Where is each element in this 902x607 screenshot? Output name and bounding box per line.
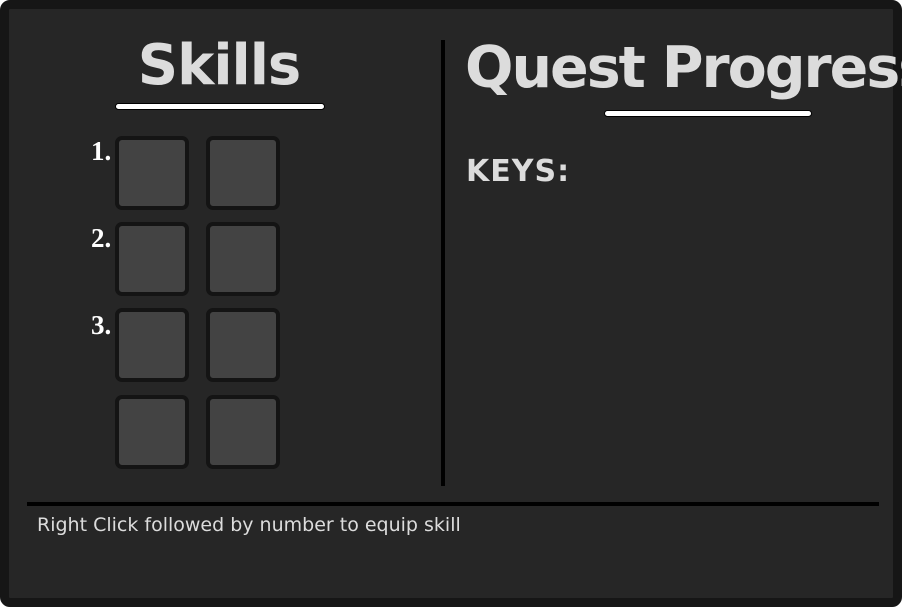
- skill-slot-3-right[interactable]: [206, 308, 280, 382]
- skill-slot-4-right[interactable]: [206, 395, 280, 469]
- skill-slot-3-left[interactable]: [115, 308, 189, 382]
- skill-slot-2-right[interactable]: [206, 222, 280, 296]
- skills-title: Skills: [137, 33, 302, 98]
- skills-title-underline: [115, 103, 325, 110]
- horizontal-divider: [27, 502, 879, 506]
- equip-hint-text: Right Click followed by number to equip …: [37, 514, 461, 536]
- skills-quest-panel: Skills 1. 2. 3. Quest Progress KEYS: Rig…: [0, 0, 902, 607]
- skill-slot-4-left[interactable]: [115, 395, 189, 469]
- skill-row-number-2: 2.: [91, 223, 112, 253]
- skill-slot-1-left[interactable]: [115, 136, 189, 210]
- skill-slot-2-left[interactable]: [115, 222, 189, 296]
- quest-progress-title: Quest Progress: [465, 35, 902, 101]
- skill-row-number-1: 1.: [91, 136, 112, 166]
- skill-row-number-3: 3.: [91, 310, 112, 340]
- keys-label: KEYS:: [466, 154, 571, 189]
- skill-slot-1-right[interactable]: [206, 136, 280, 210]
- quest-title-underline: [604, 110, 812, 117]
- vertical-divider: [441, 40, 445, 486]
